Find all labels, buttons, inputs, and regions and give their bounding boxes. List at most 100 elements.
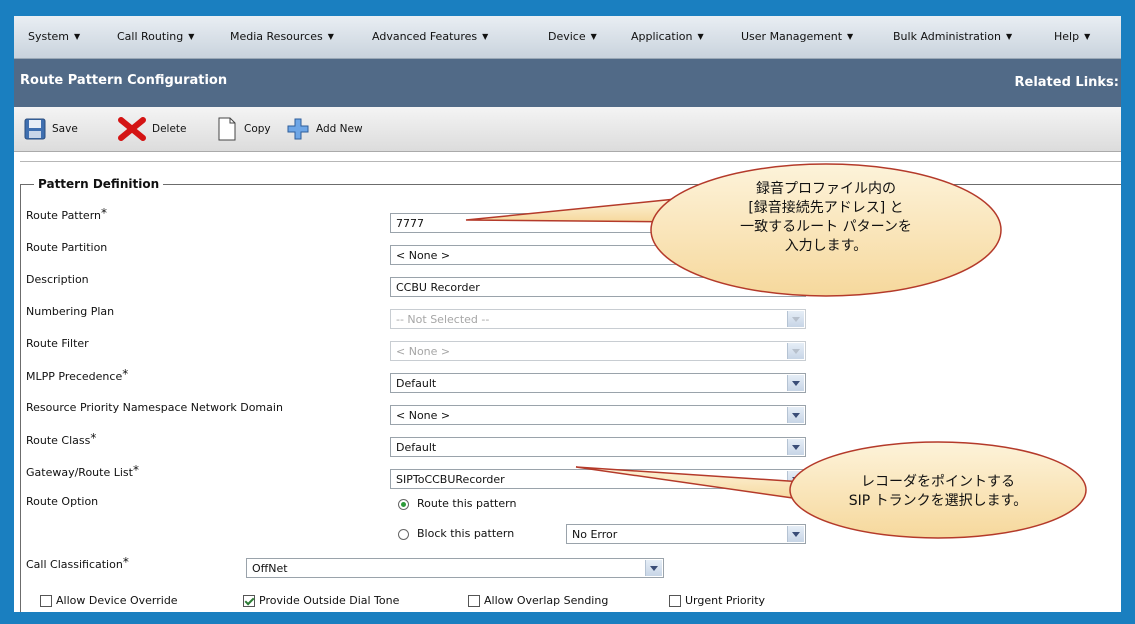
required-mark: * — [122, 555, 129, 569]
label-text: Call Classification — [26, 558, 123, 571]
block-this-pattern-label: Block this pattern — [417, 527, 515, 540]
select-value: < None > — [396, 409, 451, 422]
route-pattern-label: Route Pattern* — [26, 206, 107, 222]
chevron-down-icon: ▼ — [847, 32, 854, 41]
menu-label: Media Resources — [230, 30, 323, 43]
mlpp-precedence-label: MLPP Precedence* — [26, 367, 128, 383]
provide-outside-dial-tone-label: Provide Outside Dial Tone — [259, 594, 400, 607]
menu-label: Bulk Administration — [893, 30, 1001, 43]
description-input[interactable]: CCBU Recorder — [390, 277, 806, 297]
resource-priority-select[interactable]: < None > — [390, 405, 806, 425]
resource-priority-label: Resource Priority Namespace Network Doma… — [26, 401, 283, 414]
menu-label: Application — [631, 30, 693, 43]
route-option-label: Route Option — [26, 495, 99, 508]
block-reason-select[interactable]: No Error — [566, 524, 806, 544]
callout-line: レコーダをポイントする — [861, 474, 1015, 490]
related-links[interactable]: Related Links: — [1015, 75, 1120, 90]
chevron-down-icon — [787, 526, 804, 542]
chevron-down-icon: ▼ — [482, 32, 489, 41]
route-this-pattern-label: Route this pattern — [417, 497, 517, 510]
callout-line: 一致するルート パターンを — [740, 219, 912, 235]
menu-advanced-features[interactable]: Advanced Features ▼ — [372, 30, 488, 43]
menu-device[interactable]: Device ▼ — [548, 30, 597, 43]
label-text: Gateway/Route List — [26, 466, 133, 479]
copy-label: Copy — [244, 123, 271, 135]
add-new-button[interactable]: Add New — [286, 117, 363, 141]
allow-device-override-label: Allow Device Override — [56, 594, 178, 607]
required-mark: * — [90, 431, 97, 445]
chevron-down-icon: ▼ — [327, 32, 334, 41]
screenshot-frame: System ▼ Call Routing ▼ Media Resources ▼ A… — [0, 0, 1135, 624]
menu-media-resources[interactable]: Media Resources ▼ — [230, 30, 334, 43]
toolbar: Save Delete Copy Add New — [14, 107, 1121, 152]
label-text: Route Pattern — [26, 209, 102, 222]
menu-bulk-administration[interactable]: Bulk Administration ▼ — [893, 30, 1012, 43]
chevron-down-icon — [787, 311, 804, 327]
chevron-down-icon: ▼ — [1005, 32, 1013, 41]
allow-device-override-checkbox[interactable] — [40, 595, 52, 607]
chevron-down-icon: ▼ — [1084, 32, 1091, 41]
select-value: Default — [396, 377, 437, 390]
menu-label: User Management — [741, 30, 843, 43]
select-value: OffNet — [252, 562, 288, 575]
route-class-select[interactable]: Default — [390, 437, 806, 457]
allow-overlap-sending-checkbox[interactable] — [468, 595, 480, 607]
menu-label: Call Routing — [117, 30, 184, 43]
gateway-route-list-select[interactable]: SIPToCCBURecorder — [390, 469, 806, 489]
block-this-pattern-radio[interactable] — [398, 529, 409, 540]
divider — [20, 161, 1121, 162]
select-value: -- Not Selected -- — [396, 313, 490, 326]
callout-line: 入力します。 — [784, 238, 868, 254]
menu-help[interactable]: Help ▼ — [1054, 30, 1090, 43]
route-this-pattern-radio[interactable] — [398, 499, 409, 510]
copy-document-icon — [218, 117, 236, 141]
menu-user-management[interactable]: User Management ▼ — [741, 30, 853, 43]
provide-outside-dial-tone-checkbox[interactable] — [243, 595, 255, 607]
numbering-plan-label: Numbering Plan — [26, 305, 115, 318]
call-classification-select[interactable]: OffNet — [246, 558, 664, 578]
app-window: System ▼ Call Routing ▼ Media Resources ▼ A… — [14, 16, 1121, 612]
callout-line: [録音接続先アドレス] と — [748, 200, 904, 216]
label-text: MLPP Precedence — [26, 370, 123, 383]
required-mark: * — [101, 206, 108, 220]
menu-label: Advanced Features — [372, 30, 478, 43]
urgent-priority-checkbox[interactable] — [669, 595, 681, 607]
delete-x-icon — [118, 117, 146, 141]
gateway-route-list-label: Gateway/Route List* — [26, 463, 139, 479]
menu-label: System — [28, 30, 70, 43]
chevron-down-icon — [787, 343, 804, 359]
page-header: Route Pattern Configuration Related Link… — [14, 59, 1121, 107]
section-title: Pattern Definition — [34, 177, 164, 191]
menu-application[interactable]: Application ▼ — [631, 30, 704, 43]
page-title: Route Pattern Configuration — [20, 73, 228, 88]
select-value: SIPToCCBURecorder — [396, 473, 505, 486]
save-button[interactable]: Save — [24, 117, 78, 141]
urgent-priority-label: Urgent Priority — [685, 594, 766, 607]
chevron-down-icon — [645, 560, 662, 576]
select-value: < None > — [396, 249, 451, 262]
chevron-down-icon: ▼ — [697, 32, 704, 41]
select-value: Default — [396, 441, 437, 454]
menu-call-routing[interactable]: Call Routing ▼ — [117, 30, 194, 43]
label-text: Route Class — [26, 434, 91, 447]
chevron-down-icon — [787, 439, 804, 455]
delete-label: Delete — [152, 123, 187, 135]
callout-line: SIP トランクを選択します。 — [848, 493, 1028, 509]
menu-label: Device — [548, 30, 586, 43]
save-label: Save — [52, 123, 78, 135]
mlpp-precedence-select[interactable]: Default — [390, 373, 806, 393]
required-mark: * — [132, 463, 139, 477]
required-mark: * — [122, 367, 129, 381]
numbering-plan-select[interactable]: -- Not Selected -- — [390, 309, 806, 329]
route-filter-select[interactable]: < None > — [390, 341, 806, 361]
select-value: No Error — [572, 528, 618, 541]
delete-button[interactable]: Delete — [118, 117, 187, 141]
bottom-callout-text: レコーダをポイントする SIP トランクを選択します。 — [798, 473, 1078, 511]
chevron-down-icon: ▼ — [590, 32, 597, 41]
select-value: < None > — [396, 345, 451, 358]
route-class-label: Route Class* — [26, 431, 96, 447]
menu-system[interactable]: System ▼ — [28, 30, 80, 43]
copy-button[interactable]: Copy — [216, 117, 271, 141]
add-new-label: Add New — [316, 123, 363, 135]
route-partition-label: Route Partition — [26, 241, 108, 254]
